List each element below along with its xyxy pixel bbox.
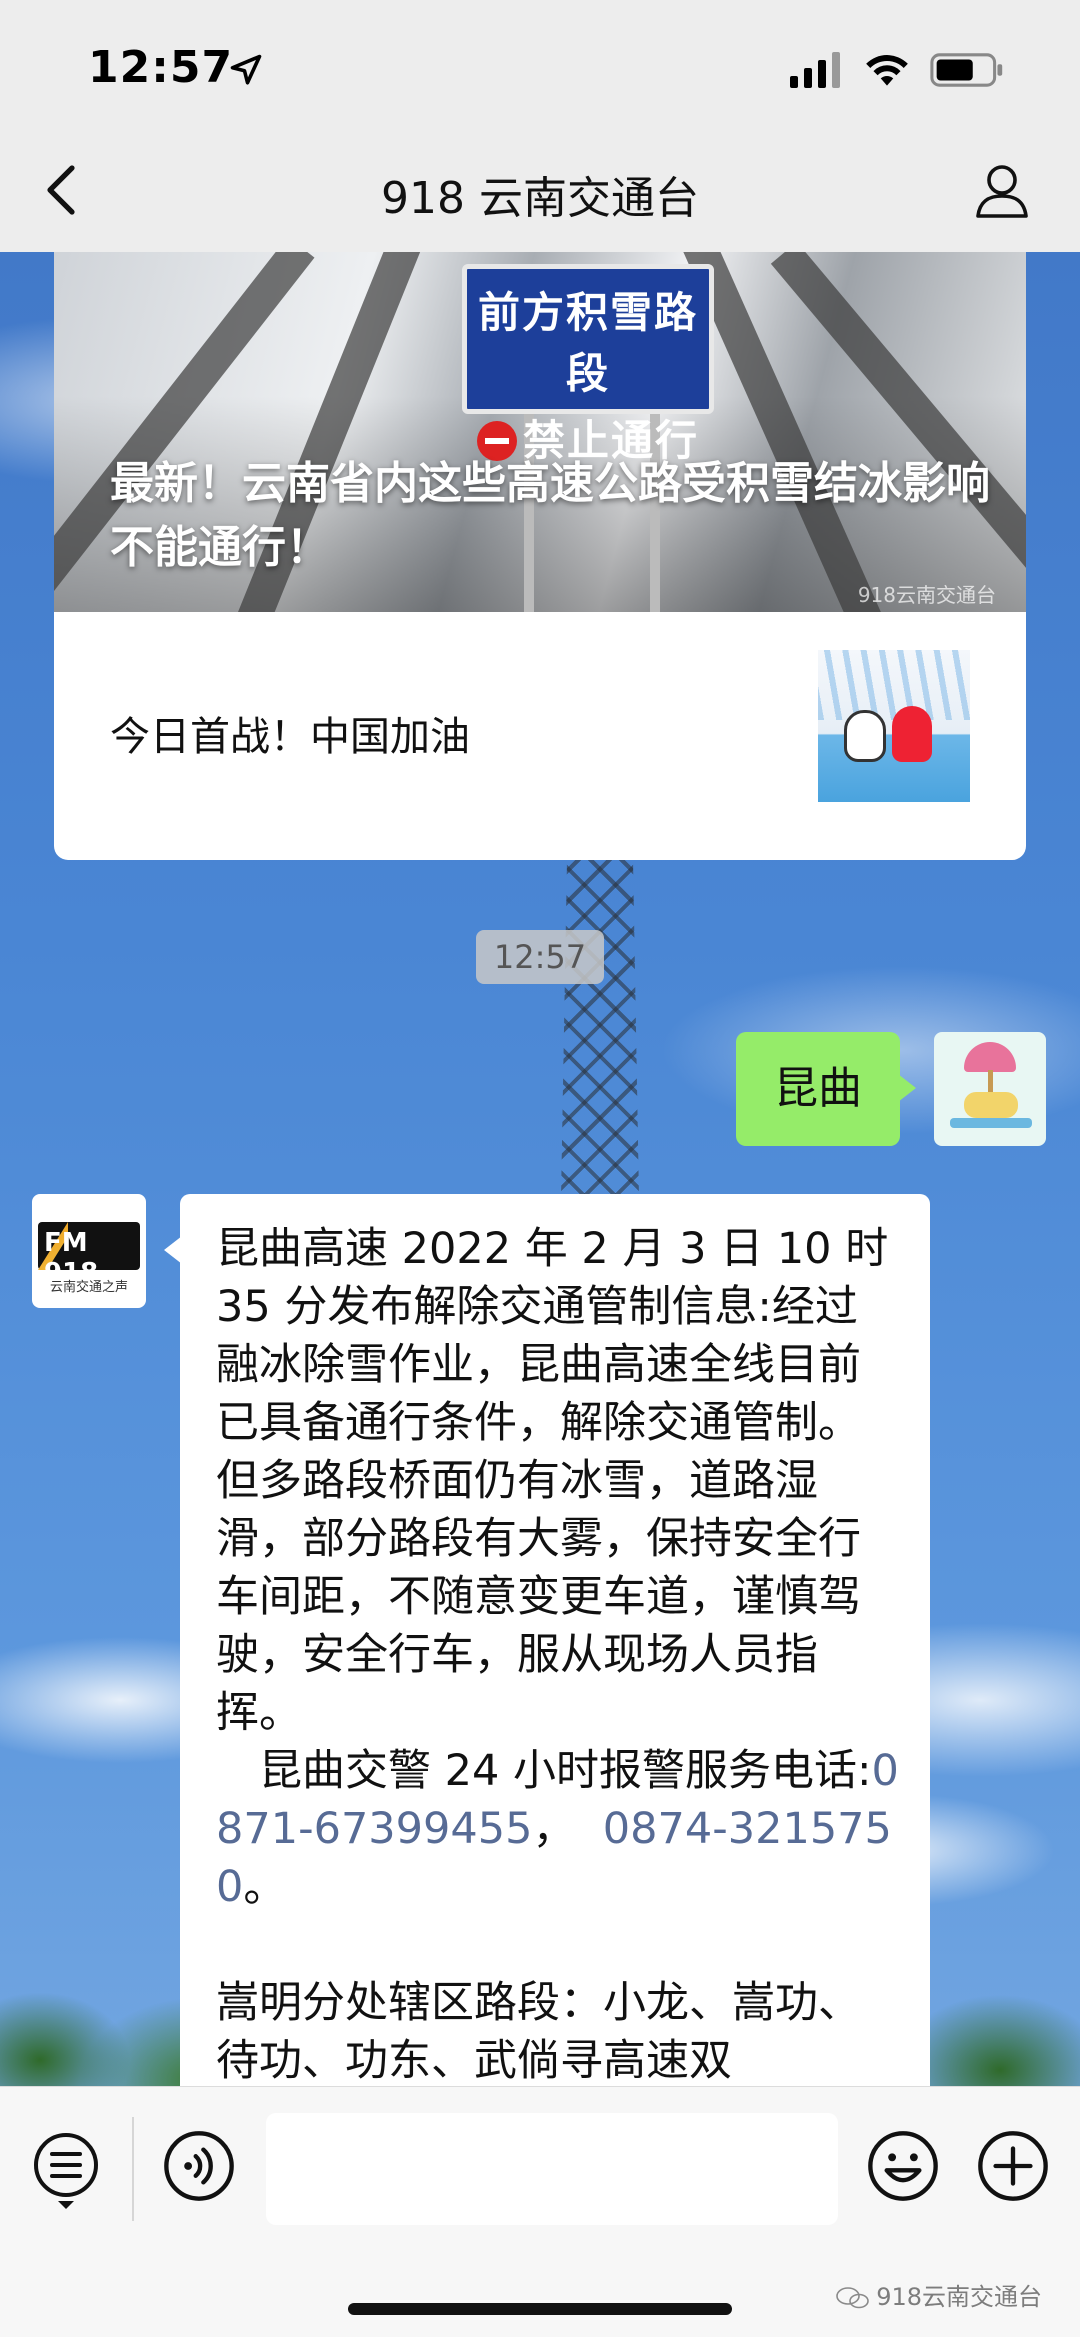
carousel-base	[950, 1118, 1032, 1128]
profile-icon[interactable]	[972, 160, 1032, 220]
wifi-icon	[866, 55, 908, 86]
signal-icon	[790, 52, 840, 88]
article-thumbnail[interactable]	[818, 650, 970, 802]
input-divider	[132, 2117, 134, 2221]
message-input[interactable]	[266, 2113, 838, 2225]
article-cover-title[interactable]: 最新！云南省内这些高速公路受积雪结冰影响不能通行！	[110, 452, 990, 580]
article-cover[interactable]: 前方积雪路段 禁止通行 最新！云南省内这些高速公路受积雪结冰影响不能通行！ 91…	[54, 252, 1026, 612]
carousel-horse	[964, 1092, 1018, 1118]
top-bar: 12:57 918 云南交通台	[0, 0, 1080, 252]
wechat-watermark: 918云南交通台	[836, 2277, 1042, 2312]
article-item-title[interactable]: 今日首战！中国加油	[110, 704, 470, 762]
thumbnail-ice	[818, 650, 970, 720]
page-title: 918 云南交通台	[381, 173, 699, 224]
my-avatar[interactable]	[934, 1032, 1046, 1146]
watermark-text: 918云南交通台	[876, 2283, 1042, 2311]
plus-icon[interactable]	[976, 2129, 1050, 2203]
message-paragraph: 昆曲高速 2022 年 2 月 3 日 10 时 35 分发布解除交通管制信息:…	[216, 1224, 902, 1738]
message-paragraph: 昆曲交警 24 小时报警服务电话:0871-67399455， 0874-321…	[216, 1742, 900, 1916]
message-paragraph: 嵩明分处辖区路段：小龙、嵩功、待功、功东、武倘寻高速双	[216, 1978, 861, 2086]
message-blank-line	[216, 1916, 900, 1974]
fm-logo-caption: 云南交通之声	[49, 1280, 128, 1295]
message-phone-prefix: 昆曲交警 24 小时报警服务电话:	[216, 1746, 872, 1796]
input-bar: 918云南交通台	[0, 2086, 1080, 2337]
message-suffix: 。	[243, 1862, 287, 1912]
wechat-icon	[836, 2287, 869, 2309]
article-card[interactable]: 前方积雪路段 禁止通行 最新！云南省内这些高速公路受积雪结冰影响不能通行！ 91…	[54, 252, 1026, 860]
sign-text-line1: 前方积雪路段	[477, 288, 698, 398]
voice-icon[interactable]	[162, 2129, 236, 2203]
thumbnail-mascot	[844, 710, 886, 762]
thumbnail-mascot	[892, 706, 932, 762]
road-sign: 前方积雪路段 禁止通行	[462, 264, 714, 465]
location-arrow-icon	[230, 54, 262, 85]
home-indicator[interactable]	[348, 2303, 732, 2315]
outgoing-message-bubble[interactable]: 昆曲	[736, 1032, 916, 1146]
battery-icon	[930, 53, 1003, 87]
official-account-avatar[interactable]: FM 918 云南交通之声	[32, 1194, 146, 1308]
cover-watermark: 918云南交通台	[857, 583, 996, 607]
fm-logo: FM 918	[38, 1222, 140, 1288]
article-list-item[interactable]: 今日首战！中国加油	[54, 612, 1026, 860]
chat-timestamp: 12:57	[476, 930, 604, 984]
emoji-icon[interactable]	[866, 2129, 940, 2203]
message-separator: ，	[532, 1804, 603, 1854]
menu-list-icon[interactable]	[32, 2131, 100, 2211]
incoming-message-text[interactable]: 昆曲高速 2022 年 2 月 3 日 10 时 35 分发布解除交通管制信息:…	[216, 1220, 900, 2090]
carousel-icon	[964, 1042, 1016, 1072]
status-time: 12:57	[88, 42, 234, 93]
